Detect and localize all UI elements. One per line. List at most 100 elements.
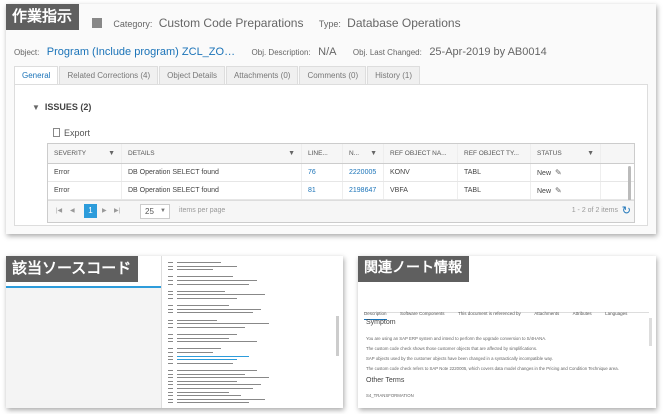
tab-languages[interactable]: Languages bbox=[605, 309, 627, 319]
current-page-button[interactable]: 1 bbox=[84, 204, 97, 218]
source-tree-pane bbox=[6, 286, 161, 408]
code-line-number bbox=[168, 352, 173, 353]
note-cell: 2198647 bbox=[343, 182, 384, 199]
type-label: Type: bbox=[318, 19, 341, 29]
first-page-icon[interactable]: |◀ bbox=[56, 207, 62, 214]
source-scrollbar[interactable] bbox=[336, 316, 339, 356]
grid-scrollbar[interactable] bbox=[628, 166, 631, 202]
line-link[interactable]: 76 bbox=[308, 169, 316, 176]
filter-icon[interactable]: ▼ bbox=[587, 144, 594, 163]
note-paragraph: SAP objects used by the customer objects… bbox=[366, 356, 553, 361]
ref-name-header-label: REF OBJECT NA... bbox=[390, 150, 447, 157]
next-page-icon[interactable]: ▶ bbox=[102, 207, 107, 214]
code-line-number bbox=[168, 265, 173, 267]
issues-grid: SEVERITY ▼ DETAILS ▼ LINE... N... ▼ REF OBJ… bbox=[47, 143, 635, 223]
note-cell: 2220005 bbox=[343, 164, 384, 181]
code-line-number bbox=[168, 359, 173, 361]
table-row[interactable]: Error DB Operation SELECT found 76 22200… bbox=[48, 164, 634, 182]
code-line bbox=[177, 355, 249, 357]
status-header-label: STATUS bbox=[537, 150, 562, 157]
source-code-panel: 該当ソースコード bbox=[6, 256, 343, 408]
note-link[interactable]: 2198647 bbox=[349, 187, 376, 194]
source-code-editor[interactable] bbox=[168, 256, 333, 408]
detail-tabs: General Related Corrections (4) Object D… bbox=[14, 66, 421, 85]
code-line bbox=[177, 370, 257, 371]
tab-history[interactable]: History (1) bbox=[367, 66, 421, 85]
note-tabs: Description Software Components This doc… bbox=[364, 302, 649, 320]
column-header-note[interactable]: N... ▼ bbox=[343, 144, 384, 163]
type-value: Database Operations bbox=[347, 16, 461, 30]
tab-object-details[interactable]: Object Details bbox=[159, 66, 225, 85]
note-scrollbar[interactable] bbox=[649, 318, 652, 346]
code-line bbox=[177, 290, 225, 292]
tab-referenced-by[interactable]: This document is referenced by bbox=[458, 309, 521, 319]
items-per-page-label: items per page bbox=[179, 207, 226, 214]
note-link[interactable]: 2220005 bbox=[349, 169, 376, 176]
tab-software-components[interactable]: Software Components bbox=[400, 309, 445, 319]
obj-last-changed-label: Obj. Last Changed: bbox=[352, 48, 422, 57]
issues-section-toggle[interactable]: ▼ ISSUES (2) bbox=[32, 102, 91, 112]
tab-attributes[interactable]: Attributes bbox=[573, 309, 592, 319]
page-size-select[interactable]: 25 ▼ bbox=[140, 204, 170, 219]
tab-attachments[interactable]: Attachments (0) bbox=[225, 66, 299, 85]
code-line bbox=[177, 280, 257, 281]
filter-icon[interactable]: ▼ bbox=[370, 144, 377, 163]
filter-icon[interactable]: ▼ bbox=[108, 144, 115, 163]
refresh-icon[interactable]: ↻ bbox=[622, 204, 631, 217]
code-line bbox=[177, 352, 213, 353]
details-cell: DB Operation SELECT found bbox=[122, 182, 302, 199]
prev-page-icon[interactable]: ◀ bbox=[70, 207, 75, 214]
work-instruction-tag: 作業指示 bbox=[6, 4, 80, 30]
column-header-status[interactable]: STATUS ▼ bbox=[531, 144, 601, 163]
code-line-number bbox=[168, 377, 173, 379]
related-note-panel: 関連ノート情報 Description Software Components … bbox=[358, 256, 656, 408]
tab-attachments[interactable]: Attachments bbox=[534, 309, 559, 319]
column-header-ref-object-name[interactable]: REF OBJECT NA... bbox=[384, 144, 458, 163]
status-value: New bbox=[537, 170, 552, 177]
code-line-number bbox=[168, 290, 173, 292]
pencil-icon[interactable]: ✎ bbox=[555, 186, 562, 195]
tab-comments[interactable]: Comments (0) bbox=[299, 66, 367, 85]
line-link[interactable]: 81 bbox=[308, 187, 316, 194]
code-line bbox=[177, 323, 269, 325]
export-label: Export bbox=[64, 128, 91, 138]
code-line bbox=[177, 380, 237, 382]
status-cell: New ✎ bbox=[531, 164, 601, 181]
code-line-number bbox=[168, 323, 173, 325]
chevron-down-icon: ▼ bbox=[160, 208, 166, 214]
last-page-icon[interactable]: ▶| bbox=[114, 207, 120, 214]
line-header-label: LINE... bbox=[308, 150, 328, 157]
column-header-details[interactable]: DETAILS ▼ bbox=[122, 144, 302, 163]
grid-header-row: SEVERITY ▼ DETAILS ▼ LINE... N... ▼ REF OBJ… bbox=[48, 144, 634, 164]
other-terms-text: S4_TRANSFORMATION bbox=[366, 393, 414, 398]
pencil-icon[interactable]: ✎ bbox=[555, 168, 562, 177]
note-header-label: N... bbox=[349, 150, 360, 157]
code-line-number bbox=[168, 312, 173, 314]
code-line bbox=[177, 398, 265, 400]
general-tab-content: ▼ ISSUES (2) Export SEVERITY ▼ DETAILS ▼ LI… bbox=[14, 84, 648, 226]
code-line-number bbox=[168, 370, 173, 371]
pane-divider[interactable] bbox=[161, 256, 162, 408]
column-header-line[interactable]: LINE... bbox=[302, 144, 343, 163]
grid-pager: |◀ ◀ 1 ▶ ▶| 25 ▼ items per page 1 - 2 of … bbox=[48, 200, 634, 222]
code-line-number bbox=[168, 337, 173, 339]
code-line-number bbox=[168, 276, 173, 278]
tab-general[interactable]: General bbox=[14, 66, 59, 85]
object-link[interactable]: Program (Include program) ZCL_ZO… bbox=[47, 46, 235, 58]
code-line bbox=[177, 312, 253, 314]
export-button[interactable]: Export bbox=[53, 128, 90, 138]
ref-name-cell: KONV bbox=[384, 164, 458, 181]
filter-icon[interactable]: ▼ bbox=[288, 144, 295, 163]
code-line bbox=[177, 319, 217, 321]
table-row[interactable]: Error DB Operation SELECT found 81 21986… bbox=[48, 182, 634, 200]
code-line bbox=[177, 388, 253, 389]
ref-type-cell: TABL bbox=[458, 182, 531, 199]
column-header-severity[interactable]: SEVERITY ▼ bbox=[48, 144, 122, 163]
code-line bbox=[177, 298, 237, 299]
obj-description-value: N/A bbox=[318, 46, 337, 58]
code-line-number bbox=[168, 362, 173, 364]
code-line-number bbox=[168, 294, 173, 296]
code-line bbox=[177, 384, 261, 386]
tab-related-corrections[interactable]: Related Corrections (4) bbox=[59, 66, 159, 85]
column-header-ref-object-type[interactable]: REF OBJECT TY... bbox=[458, 144, 531, 163]
